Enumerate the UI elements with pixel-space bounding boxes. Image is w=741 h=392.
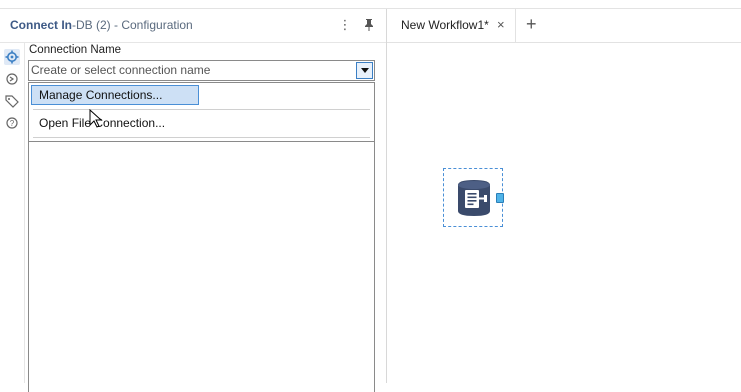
add-tab-icon[interactable]: +	[526, 14, 537, 35]
menu-divider	[33, 109, 370, 110]
panel-header: Connect In-DB (2) - Configuration ⋮	[0, 9, 386, 43]
menu-item-manage-connections[interactable]: Manage Connections...	[39, 88, 162, 102]
connect-in-db-tool[interactable]	[443, 168, 504, 227]
database-icon	[458, 180, 490, 216]
top-toolbar-strip	[0, 0, 741, 9]
panel-title-suffix: -DB (2) - Configuration	[72, 18, 193, 32]
close-icon[interactable]: ×	[497, 17, 505, 32]
connection-dropdown-menu: Manage Connections... Open File Connecti…	[28, 82, 375, 142]
help-icon[interactable]: ?	[4, 115, 20, 131]
gear-icon[interactable]	[4, 49, 20, 65]
output-anchor[interactable]	[496, 193, 504, 203]
arrow-cycle-icon[interactable]	[4, 71, 20, 87]
panel-title-tool: Connect In	[10, 18, 72, 32]
vertical-dots-icon[interactable]: ⋮	[337, 16, 353, 34]
configuration-body	[28, 142, 375, 392]
connection-name-input[interactable]	[31, 62, 351, 78]
workflow-canvas[interactable]	[387, 43, 741, 383]
connection-name-label: Connection Name	[29, 44, 122, 56]
tag-icon[interactable]	[4, 93, 20, 109]
tab-new-workflow1[interactable]: New Workflow1* ×	[389, 9, 516, 42]
menu-divider	[33, 137, 370, 138]
tab-label: New Workflow1*	[401, 18, 489, 32]
chevron-down-icon[interactable]	[356, 62, 373, 79]
mouse-pointer-icon	[89, 109, 103, 128]
svg-text:?: ?	[10, 119, 15, 128]
side-rail: ?	[0, 43, 25, 383]
connection-name-combobox[interactable]	[28, 60, 375, 81]
pin-icon[interactable]	[361, 16, 377, 34]
panel-title: Connect In-DB (2) - Configuration	[10, 18, 193, 32]
configuration-panel: Connect In-DB (2) - Configuration ⋮ ? Co…	[0, 9, 387, 392]
workflow-tab-bar: New Workflow1* × +	[387, 9, 741, 43]
